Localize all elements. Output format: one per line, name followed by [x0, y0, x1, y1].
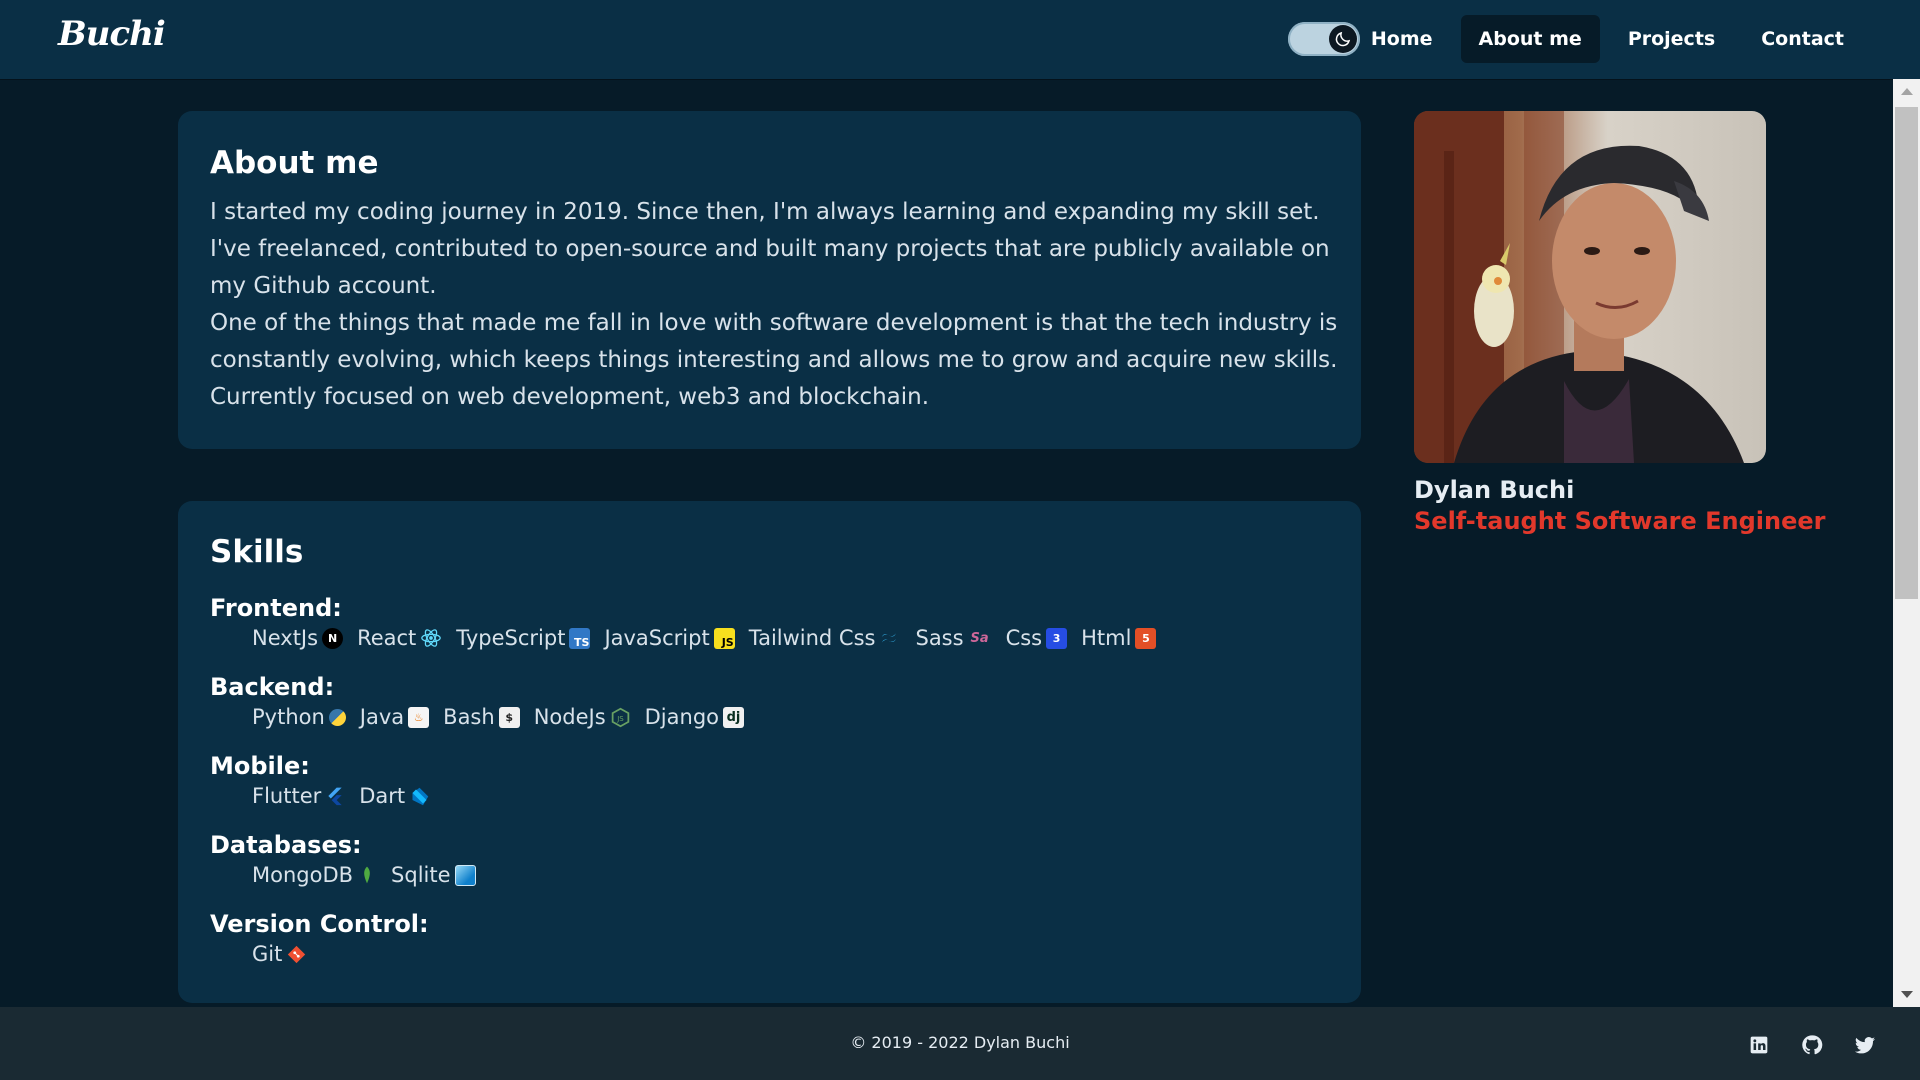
skill-list: Python Java ♨ Bash $ NodeJs JS Django dj	[252, 702, 745, 732]
skill-item: TypeScript TS	[456, 626, 591, 650]
about-title: About me	[210, 145, 379, 181]
flutter-icon	[328, 787, 342, 806]
skill-label: Bash	[443, 705, 495, 729]
about-card: About me I started my coding journey in …	[178, 111, 1361, 449]
skill-group-databases: Databases: MongoDB Sqlite	[210, 830, 476, 890]
about-paragraph: I started my coding journey in 2019. Sin…	[210, 199, 1330, 299]
javascript-icon: JS	[713, 627, 735, 649]
tailwind-icon	[882, 633, 897, 643]
skill-label: NodeJs	[533, 705, 606, 729]
skill-list: Flutter Dart	[252, 781, 430, 811]
skill-label: MongoDB	[252, 863, 354, 887]
skill-item: Python	[252, 705, 346, 729]
footer: © 2019 - 2022 Dylan Buchi	[0, 1007, 1920, 1080]
skill-item: Css 3	[1006, 626, 1068, 650]
skill-item: MongoDB	[252, 863, 377, 887]
skill-label: Flutter	[252, 784, 322, 808]
profile-name: Dylan Buchi	[1414, 476, 1575, 504]
nav-links: Home About me Projects Contact	[1353, 15, 1862, 63]
skill-label: Dart	[359, 784, 406, 808]
skill-label: Python	[252, 705, 325, 729]
moon-icon	[1335, 31, 1351, 47]
skill-item: Java ♨	[359, 705, 430, 729]
skill-item: Git	[252, 942, 307, 966]
git-icon	[288, 945, 306, 963]
nextjs-icon: N	[322, 627, 344, 649]
skill-item: Tailwind Css	[749, 626, 902, 650]
bash-icon: $	[498, 706, 520, 728]
skill-label: Django	[644, 705, 720, 729]
dart-icon	[412, 787, 429, 805]
skill-group-mobile: Mobile: Flutter Dart	[210, 751, 430, 811]
site-logo[interactable]: Buchi	[58, 14, 166, 54]
skill-label: Sass	[915, 626, 964, 650]
skill-category: Backend:	[210, 673, 335, 701]
mongodb-icon	[364, 866, 370, 884]
skill-label: NextJs	[252, 626, 319, 650]
django-icon: dj	[723, 706, 745, 728]
nav-link-projects[interactable]: Projects	[1610, 15, 1733, 63]
skill-item: NextJs N	[252, 626, 344, 650]
skill-item: JavaScript JS	[604, 626, 735, 650]
skill-item: Sass Sa	[915, 626, 991, 650]
skill-list: NextJs N React TypeScript TS JavaScript …	[252, 623, 1157, 653]
skill-category: Mobile:	[210, 752, 310, 780]
python-icon	[328, 708, 346, 726]
copyright-text: © 2019 - 2022 Dylan Buchi	[850, 1033, 1070, 1052]
skill-group-frontend: Frontend: NextJs N React TypeScript TS J…	[210, 593, 1157, 653]
skill-label: Sqlite	[391, 863, 451, 887]
css-icon: 3	[1046, 627, 1068, 649]
scroll-up-arrow-icon[interactable]	[1901, 88, 1913, 95]
skill-item: NodeJs JS	[534, 705, 631, 729]
skill-label: React	[357, 626, 417, 650]
skill-item: Sqlite	[391, 863, 476, 887]
skill-label: Git	[252, 942, 283, 966]
skill-item: Flutter	[252, 784, 345, 808]
skill-item: React	[357, 626, 442, 650]
svg-text:JS: JS	[616, 715, 624, 723]
navbar: Buchi Home About me Projects Contact	[0, 0, 1920, 79]
about-text: I started my coding journey in 2019. Sin…	[210, 194, 1340, 416]
skill-item: Bash $	[443, 705, 520, 729]
skills-title: Skills	[210, 534, 304, 570]
skills-card: Skills Frontend: NextJs N React TypeScri…	[178, 501, 1361, 1003]
github-icon[interactable]	[1800, 1033, 1823, 1056]
skill-item: Dart	[359, 784, 430, 808]
html-icon: 5	[1135, 627, 1157, 649]
typescript-icon: TS	[569, 627, 591, 649]
linkedin-icon[interactable]	[1747, 1033, 1770, 1056]
skill-item: Html 5	[1081, 626, 1157, 650]
skill-label: Tailwind Css	[748, 626, 876, 650]
scroll-down-arrow-icon[interactable]	[1901, 991, 1913, 998]
react-icon	[421, 629, 442, 647]
twitter-icon[interactable]	[1853, 1033, 1876, 1056]
theme-toggle[interactable]	[1288, 22, 1360, 56]
skill-group-backend: Backend: Python Java ♨ Bash $ NodeJs JS	[210, 672, 745, 732]
profile-title: Self-taught Software Engineer	[1414, 507, 1826, 535]
social-links	[1747, 1033, 1876, 1056]
java-icon: ♨	[408, 706, 430, 728]
nav-link-contact[interactable]: Contact	[1743, 15, 1862, 63]
sass-icon: Sa	[970, 630, 989, 646]
skill-label: Java	[359, 705, 405, 729]
scrollbar-thumb[interactable]	[1895, 107, 1918, 599]
skill-category: Version Control:	[210, 910, 429, 938]
skill-category: Databases:	[210, 831, 362, 859]
sqlite-icon	[454, 864, 476, 886]
about-paragraph: One of the things that made me fall in l…	[210, 310, 1338, 410]
profile-photo	[1414, 111, 1766, 463]
skill-category: Frontend:	[210, 594, 342, 622]
skill-label: Html	[1081, 626, 1132, 650]
skill-label: Css	[1005, 626, 1043, 650]
skill-label: TypeScript	[456, 626, 566, 650]
skill-list: Git	[252, 939, 429, 969]
skill-item: Django dj	[644, 705, 745, 729]
skill-list: MongoDB Sqlite	[252, 860, 476, 890]
skill-group-version-control: Version Control: Git	[210, 909, 429, 969]
page-scrollbar[interactable]	[1893, 79, 1920, 1007]
skill-label: JavaScript	[604, 626, 710, 650]
nav-link-home[interactable]: Home	[1353, 15, 1451, 63]
nav-link-about[interactable]: About me	[1460, 15, 1600, 63]
nodejs-icon: JS	[611, 707, 629, 727]
